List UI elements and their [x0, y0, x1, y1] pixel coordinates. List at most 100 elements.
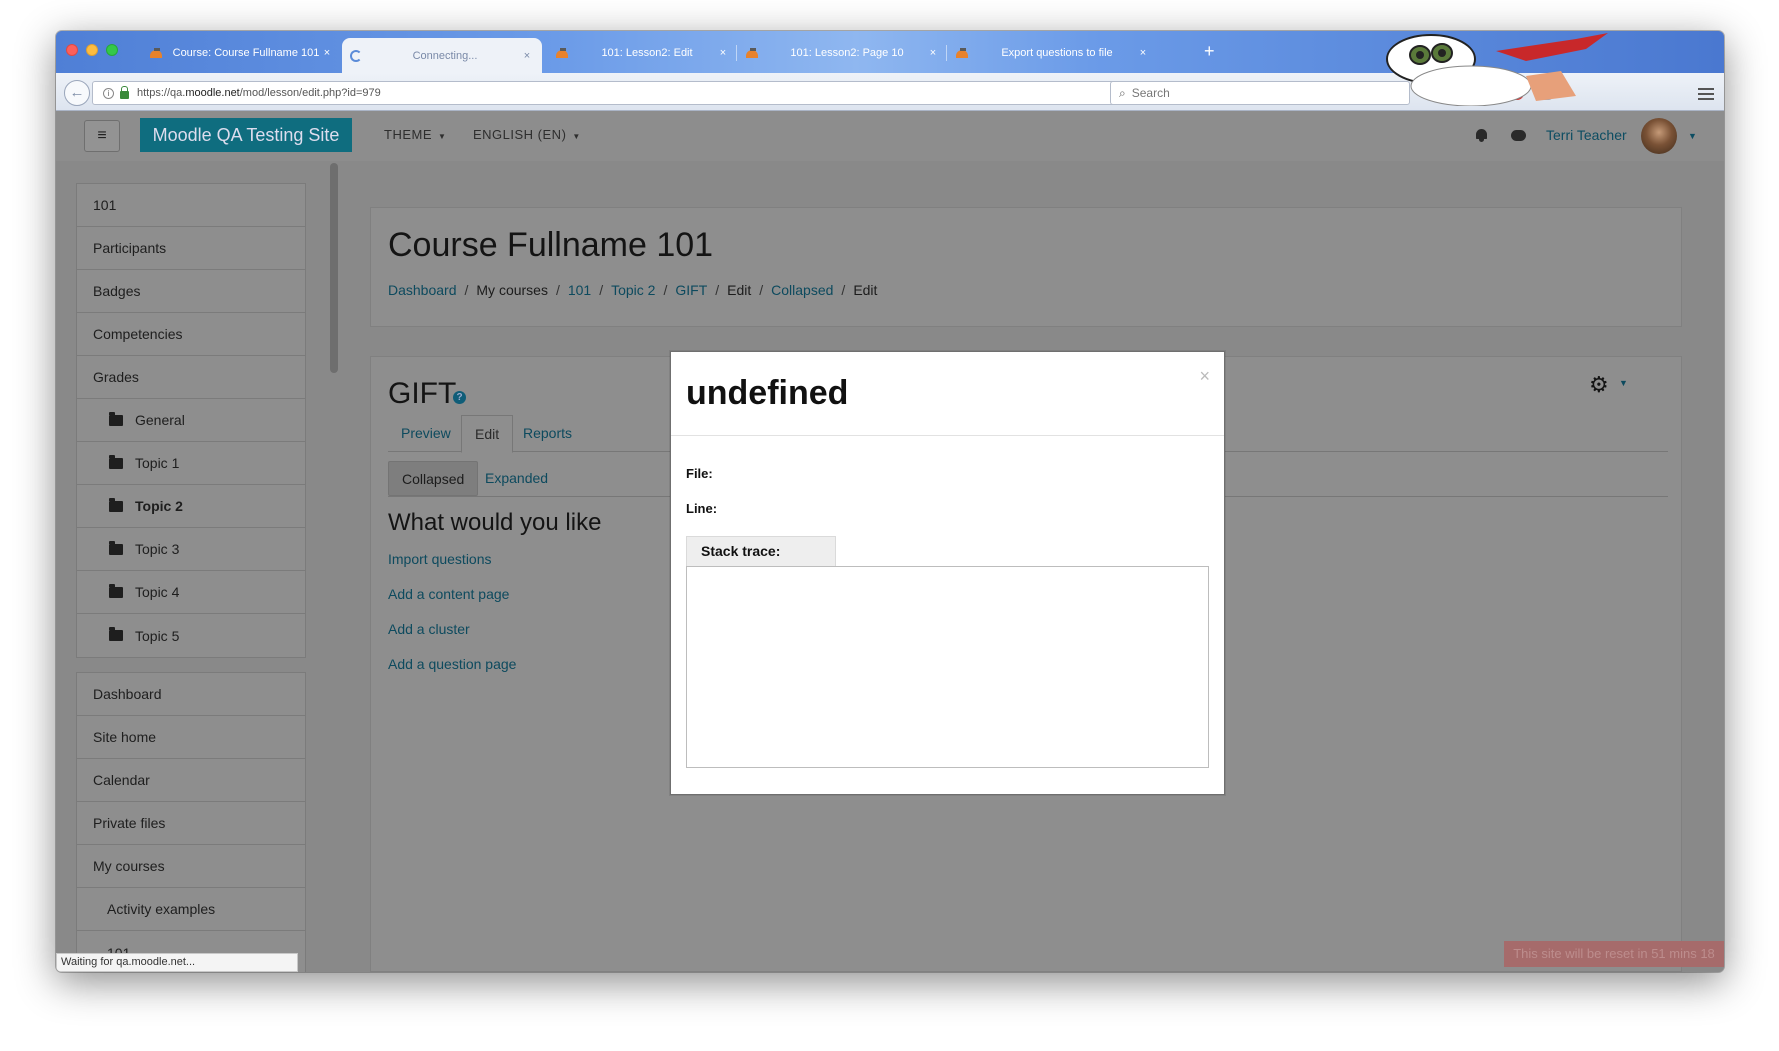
- sidebar-item-label: Topic 1: [135, 455, 180, 471]
- tab-close-icon[interactable]: ×: [320, 47, 334, 59]
- close-icon[interactable]: ×: [1199, 366, 1210, 387]
- back-arrow-icon: ←: [69, 84, 85, 101]
- sidebar-item-label: My courses: [93, 858, 165, 874]
- sidebar-item-label: Participants: [93, 240, 167, 256]
- add-content-page-link[interactable]: Add a content page: [388, 586, 509, 602]
- sidebar-item-activity-examples[interactable]: Activity examples: [77, 888, 305, 931]
- sidebar-item-badges[interactable]: Badges: [77, 270, 305, 313]
- language-menu[interactable]: ENGLISH (EN) ▼: [473, 127, 581, 142]
- breadcrumb-topic[interactable]: Topic 2: [611, 282, 655, 298]
- import-questions-link[interactable]: Import questions: [388, 551, 492, 567]
- gear-icon[interactable]: ⚙: [1589, 372, 1609, 398]
- breadcrumb-separator: /: [464, 282, 469, 298]
- breadcrumb-separator: /: [599, 282, 604, 298]
- drawer-toggle-button[interactable]: ≡: [84, 120, 120, 152]
- info-icon[interactable]: i: [103, 87, 114, 99]
- notifications-bell-icon[interactable]: [1475, 129, 1488, 142]
- breadcrumb-course[interactable]: 101: [568, 282, 591, 298]
- sidebar-item-my-courses[interactable]: My courses: [77, 845, 305, 888]
- messages-chat-icon[interactable]: [1511, 130, 1526, 141]
- tab-connecting[interactable]: Connecting... ×: [342, 38, 542, 73]
- sidebar-item-topic-1[interactable]: Topic 1: [77, 442, 305, 485]
- tab-course[interactable]: Course: Course Fullname 101 ×: [144, 39, 334, 67]
- language-menu-label: ENGLISH (EN): [473, 127, 567, 142]
- moodle-favicon-icon: [746, 47, 760, 59]
- user-name-link[interactable]: Terri Teacher: [1546, 127, 1627, 143]
- dialog-title: undefined: [686, 374, 849, 412]
- tab-title: Export questions to file: [1001, 47, 1113, 59]
- add-cluster-link[interactable]: Add a cluster: [388, 621, 470, 637]
- breadcrumb-gift[interactable]: GIFT: [675, 282, 707, 298]
- nav-drawer: 101 Participants Badges Competencies Gra…: [76, 183, 306, 972]
- sidebar-item-label: Topic 2: [135, 498, 183, 514]
- tab-preview[interactable]: Preview: [388, 415, 464, 452]
- zoom-window-button[interactable]: [106, 44, 118, 56]
- address-bar[interactable]: i https://qa.moodle.net/mod/lesson/edit.…: [92, 81, 1136, 105]
- folder-icon: [109, 497, 123, 512]
- tab-lesson2-page[interactable]: 101: Lesson2: Page 10 ×: [740, 39, 940, 67]
- sidebar-item-label: Private files: [93, 815, 166, 831]
- sidebar-item-grades[interactable]: Grades: [77, 356, 305, 399]
- url-path: /mod/lesson/edit.php?id=979: [239, 87, 381, 99]
- tab-lesson2-edit[interactable]: 101: Lesson2: Edit ×: [550, 39, 730, 67]
- user-menu-chevron-icon[interactable]: ▼: [1688, 131, 1697, 141]
- sidebar-item-participants[interactable]: Participants: [77, 227, 305, 270]
- moodle-favicon-icon: [956, 47, 970, 59]
- search-placeholder: Search: [1131, 86, 1170, 100]
- breadcrumb-dashboard[interactable]: Dashboard: [388, 282, 457, 298]
- tab-edit[interactable]: Edit: [461, 415, 514, 453]
- tab-collapsed[interactable]: Collapsed: [388, 461, 479, 496]
- sidebar-item-private-files[interactable]: Private files: [77, 802, 305, 845]
- tab-close-icon[interactable]: ×: [716, 47, 730, 59]
- breadcrumb-collapsed[interactable]: Collapsed: [771, 282, 833, 298]
- sidebar-item-label: Topic 5: [135, 627, 180, 644]
- sidebar-item-calendar[interactable]: Calendar: [77, 759, 305, 802]
- new-tab-button[interactable]: +: [1204, 41, 1215, 62]
- avatar[interactable]: [1641, 118, 1677, 154]
- add-question-page-link[interactable]: Add a question page: [388, 656, 516, 672]
- drawer-scrollbar[interactable]: [330, 163, 338, 373]
- sidebar-item-topic-2[interactable]: Topic 2: [77, 485, 305, 528]
- tab-close-icon[interactable]: ×: [520, 50, 534, 62]
- site-brand-link[interactable]: Moodle QA Testing Site: [140, 118, 352, 152]
- back-button[interactable]: ←: [64, 80, 90, 106]
- breadcrumb-edit: Edit: [727, 282, 752, 298]
- breadcrumb-my-courses: My courses: [476, 282, 548, 298]
- minimize-window-button[interactable]: [86, 44, 98, 56]
- breadcrumb-separator: /: [759, 282, 764, 298]
- browser-menu-button[interactable]: [1698, 85, 1714, 103]
- theme-menu[interactable]: THEME ▼: [384, 127, 446, 142]
- tab-separator: [736, 45, 737, 61]
- chevron-down-icon[interactable]: ▼: [1619, 378, 1628, 388]
- sidebar-item-site-home[interactable]: Site home: [77, 716, 305, 759]
- tab-reports[interactable]: Reports: [510, 415, 585, 452]
- tab-close-icon[interactable]: ×: [1136, 47, 1150, 59]
- breadcrumb-separator: /: [555, 282, 560, 298]
- url-domain: moodle.net: [185, 87, 240, 99]
- sidebar-item-general[interactable]: General: [77, 399, 305, 442]
- lock-icon: [120, 85, 129, 99]
- sidebar-item-topic-4[interactable]: Topic 4: [77, 571, 305, 614]
- help-icon[interactable]: ?: [453, 391, 466, 404]
- sidebar-item-topic-3[interactable]: Topic 3: [77, 528, 305, 571]
- sidebar-item-course[interactable]: 101: [77, 184, 305, 227]
- stack-trace-box[interactable]: [686, 566, 1209, 768]
- folder-icon: [109, 454, 123, 469]
- tab-export-questions[interactable]: Export questions to file ×: [950, 39, 1150, 67]
- tab-expanded[interactable]: Expanded: [472, 461, 561, 496]
- close-window-button[interactable]: [66, 44, 78, 56]
- sidebar-item-topic-5[interactable]: Topic 5: [77, 614, 305, 657]
- sidebar-item-label: Topic 3: [135, 541, 180, 557]
- line-label: Line:: [686, 501, 718, 516]
- sidebar-item-label: Badges: [93, 283, 141, 299]
- tab-close-icon[interactable]: ×: [926, 47, 940, 59]
- file-label: File:: [686, 466, 713, 481]
- page-title: Course Fullname 101: [388, 226, 714, 264]
- sidebar-item-competencies[interactable]: Competencies: [77, 313, 305, 356]
- tab-title: Course: Course Fullname 101: [172, 47, 320, 59]
- sidebar-item-dashboard[interactable]: Dashboard: [77, 673, 305, 716]
- stack-trace-label: Stack trace:: [686, 536, 836, 566]
- breadcrumb: Dashboard / My courses / 101 / Topic 2 / GIFT / Ed…: [388, 282, 877, 298]
- search-field[interactable]: ⌕ Search: [1110, 81, 1410, 105]
- sidebar-item-label: 101: [93, 197, 117, 213]
